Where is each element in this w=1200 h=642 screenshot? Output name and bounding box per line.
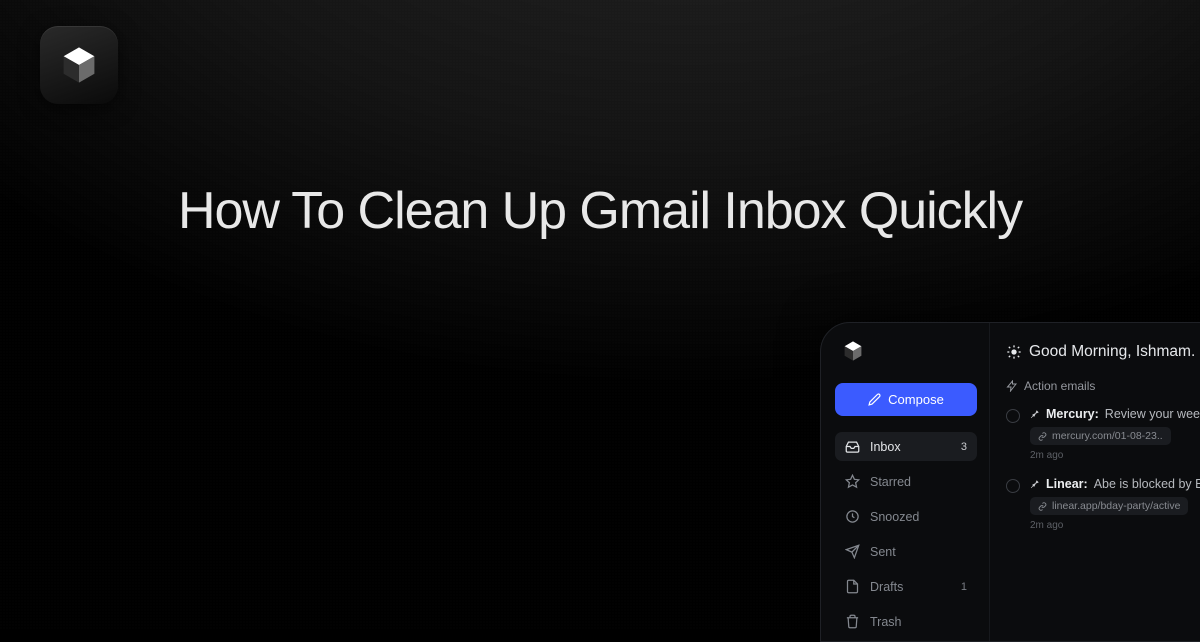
email-subject: Abe is blocked by BDAY-23 xyxy=(1094,477,1200,491)
section-header: Action emails xyxy=(1006,379,1200,393)
email-timestamp: 2m ago xyxy=(1030,450,1200,461)
sun-icon xyxy=(1006,344,1022,360)
sidebar-logo xyxy=(841,339,865,363)
sidebar-item-label: Snoozed xyxy=(870,510,967,524)
file-icon xyxy=(845,579,860,594)
sidebar-item-drafts[interactable]: Drafts 1 xyxy=(835,572,977,601)
email-select-radio[interactable] xyxy=(1006,409,1020,423)
pin-icon xyxy=(1030,409,1040,419)
cube-logo-icon xyxy=(841,339,865,363)
email-link-chip[interactable]: mercury.com/01-08-23.. xyxy=(1030,427,1171,445)
email-sender: Mercury: xyxy=(1046,407,1099,421)
pencil-icon xyxy=(868,393,881,406)
email-select-radio[interactable] xyxy=(1006,479,1020,493)
clock-icon xyxy=(845,509,860,524)
email-row[interactable]: Mercury: Review your weekly spe mercury.… xyxy=(1006,407,1200,461)
link-icon xyxy=(1038,502,1047,511)
email-content: Mercury: Review your weekly spe mercury.… xyxy=(1030,407,1200,461)
email-subject: Review your weekly spe xyxy=(1105,407,1200,421)
main-pane: Good Morning, Ishmam. Action emails Merc… xyxy=(989,323,1200,641)
sidebar-item-label: Sent xyxy=(870,545,967,559)
send-icon xyxy=(845,544,860,559)
sidebar: Compose Inbox 3 Starred Snoozed Se xyxy=(821,323,989,641)
sidebar-item-count: 3 xyxy=(961,441,967,453)
compose-button[interactable]: Compose xyxy=(835,383,977,416)
inbox-icon xyxy=(845,439,860,454)
sidebar-item-snoozed[interactable]: Snoozed xyxy=(835,502,977,531)
greeting-text: Good Morning, Ishmam. xyxy=(1029,343,1195,361)
sidebar-item-label: Inbox xyxy=(870,440,951,454)
app-window: Compose Inbox 3 Starred Snoozed Se xyxy=(820,322,1200,642)
sidebar-item-starred[interactable]: Starred xyxy=(835,467,977,496)
email-row[interactable]: Linear: Abe is blocked by BDAY-23 linear… xyxy=(1006,477,1200,531)
sidebar-item-label: Drafts xyxy=(870,580,951,594)
sidebar-item-inbox[interactable]: Inbox 3 xyxy=(835,432,977,461)
pin-icon xyxy=(1030,479,1040,489)
section-title: Action emails xyxy=(1024,379,1095,393)
sidebar-item-trash[interactable]: Trash xyxy=(835,607,977,636)
trash-icon xyxy=(845,614,860,629)
bolt-icon xyxy=(1006,380,1018,392)
link-icon xyxy=(1038,432,1047,441)
app-logo-badge xyxy=(40,26,118,104)
sidebar-item-sent[interactable]: Sent xyxy=(835,537,977,566)
email-link-chip[interactable]: linear.app/bday-party/active xyxy=(1030,497,1188,515)
email-sender: Linear: xyxy=(1046,477,1088,491)
sidebar-item-label: Trash xyxy=(870,615,967,629)
cube-logo-icon xyxy=(57,43,101,87)
email-timestamp: 2m ago xyxy=(1030,520,1200,531)
sidebar-item-count: 1 xyxy=(961,581,967,593)
compose-label: Compose xyxy=(888,392,944,407)
chip-text: linear.app/bday-party/active xyxy=(1052,500,1180,512)
star-icon xyxy=(845,474,860,489)
sidebar-item-label: Starred xyxy=(870,475,967,489)
chip-text: mercury.com/01-08-23.. xyxy=(1052,430,1163,442)
page-title: How To Clean Up Gmail Inbox Quickly xyxy=(150,180,1050,242)
email-content: Linear: Abe is blocked by BDAY-23 linear… xyxy=(1030,477,1200,531)
greeting: Good Morning, Ishmam. xyxy=(1006,343,1200,361)
